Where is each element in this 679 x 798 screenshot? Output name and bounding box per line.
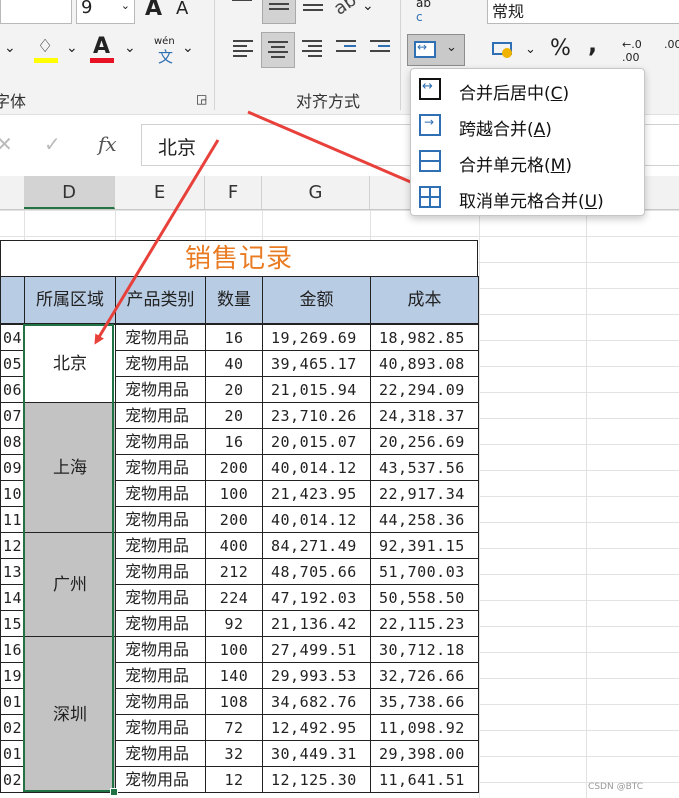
merge-cells-icon xyxy=(419,150,441,172)
menu-item-text: 跨越合并( xyxy=(459,120,534,140)
menu-item-suffix: ) xyxy=(565,156,572,176)
watermark: CSDN @BTC xyxy=(588,782,643,792)
merge-dropdown-menu: ↔ 合并后居中(C) → 跨越合并(A) 合并单元格(M) 取消单元格合并(U) xyxy=(410,68,645,216)
menu-item-suffix: ) xyxy=(597,192,604,212)
menu-item-merge-center[interactable]: ↔ 合并后居中(C) xyxy=(411,72,644,108)
menu-item-unmerge-cells[interactable]: 取消单元格合并(U) xyxy=(411,180,644,216)
menu-item-key: A xyxy=(533,120,546,140)
arrow-to-cell xyxy=(94,139,220,345)
menu-item-merge-across[interactable]: → 跨越合并(A) xyxy=(411,108,644,144)
menu-item-label: 合并后居中(C) xyxy=(459,79,569,104)
menu-item-key: M xyxy=(550,156,566,176)
unmerge-cells-icon xyxy=(419,186,441,208)
menu-item-key: U xyxy=(584,192,598,212)
arrow-to-menu xyxy=(247,110,423,188)
menu-item-key: C xyxy=(550,84,563,104)
menu-item-text: 合并单元格( xyxy=(459,156,551,176)
menu-item-suffix: ) xyxy=(562,84,570,104)
merge-center-icon: ↔ xyxy=(419,78,441,100)
menu-item-label: 合并单元格(M) xyxy=(459,151,572,176)
menu-item-merge-cells[interactable]: 合并单元格(M) xyxy=(411,144,644,180)
menu-item-suffix: ) xyxy=(545,120,552,140)
menu-item-text: 取消单元格合并( xyxy=(459,192,585,212)
menu-item-text: 合并后居中( xyxy=(459,84,551,104)
menu-item-label: 跨越合并(A) xyxy=(459,115,552,140)
menu-item-label: 取消单元格合并(U) xyxy=(459,187,604,212)
merge-across-icon: → xyxy=(419,114,441,136)
